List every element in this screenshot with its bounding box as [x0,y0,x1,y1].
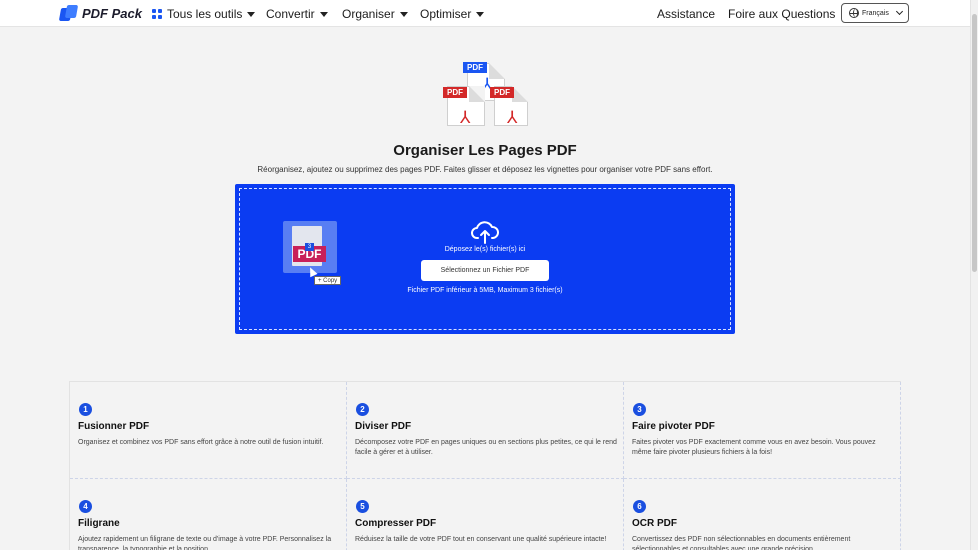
step-number-badge: 2 [356,403,369,416]
feature-card-merge[interactable]: 1 Fusionner PDF Organisez et combinez vo… [70,382,347,479]
pdf-tag: PDF [443,87,467,98]
file-limit-note: Fichier PDF inférieur à 5MB, Maximum 3 f… [407,287,563,294]
caret-down-icon [319,11,328,17]
pdfpack-logo[interactable]: PDF Pack [58,4,142,22]
caret-down-icon [399,11,408,17]
step-number-badge: 1 [79,403,92,416]
nav-all-tools[interactable]: Tous les outils [152,0,256,27]
feature-title: Compresser PDF [355,518,437,529]
pdf-doc-icon: PDF ⅄ [443,86,485,127]
feature-card-rotate[interactable]: 3 Faire pivoter PDF Faites pivoter vos P… [624,382,901,479]
caret-down-icon [476,11,485,17]
step-number-badge: 6 [633,500,646,513]
scrollbar-thumb[interactable] [972,14,977,272]
feature-description: Organisez et combinez vos PDF sans effor… [78,439,324,446]
feature-description: Réduisez la taille de votre PDF tout en … [355,536,607,543]
acrobat-icon: ⅄ [507,108,518,127]
step-number-badge: 3 [633,403,646,416]
nav-optimize-label: Optimiser [420,6,472,21]
language-label: Français [862,9,889,17]
nav-support-label: Assistance [657,6,716,21]
pdf-tag: PDF [490,87,514,98]
feature-title: Filigrane [78,518,120,529]
page-subtitle: Réorganisez, ajoutez ou supprimez des pa… [257,165,713,174]
nav-convert-label: Convertir [266,6,315,21]
feature-title: Faire pivoter PDF [632,421,715,432]
logo-icon [58,5,79,21]
nav-faq-link[interactable]: Foire aux Questions [728,0,835,27]
nav-optimize[interactable]: Optimiser [420,0,485,27]
feature-description: Décomposez votre PDF en pages uniques ou… [355,439,617,456]
feature-title: OCR PDF [632,518,677,529]
feature-title: Fusionner PDF [78,421,150,432]
feature-description: Ajoutez rapidement un filigrane de texte… [78,536,332,550]
nav-all-tools-label: Tous les outils [167,6,243,21]
top-navbar: PDF Pack Tous les outils Convertir Organ… [0,0,970,27]
copy-tooltip: + Copy [314,276,342,285]
drop-instruction: Déposez le(s) fichier(s) ici [444,246,526,253]
logo-text: PDF Pack [82,5,142,21]
select-pdf-button[interactable]: Sélectionnez un Fichier PDF [421,260,549,281]
nav-organize-label: Organiser [342,6,395,21]
feature-title: Diviser PDF [355,421,412,432]
page-title: Organiser Les Pages PDF [393,142,577,159]
nav-faq-label: Foire aux Questions [728,6,836,21]
step-number-badge: 5 [356,500,369,513]
step-number-badge: 4 [79,500,92,513]
nav-organize[interactable]: Organiser [342,0,408,27]
pdf-doc-icon: PDF ⅄ [490,86,528,127]
features-grid: 1 Fusionner PDF Organisez et combinez vo… [69,381,901,550]
feature-card-watermark[interactable]: 4 Filigrane Ajoutez rapidement un filigr… [70,479,347,550]
acrobat-icon: ⅄ [460,108,471,127]
language-selector[interactable]: Français [841,3,909,23]
grid-icon [152,8,162,19]
nav-support-link[interactable]: Assistance [657,0,715,27]
globe-icon [849,8,859,18]
chevron-down-icon [895,7,903,16]
pdf-tag: PDF [463,62,487,73]
feature-description: Convertissez des PDF non sélectionnables… [632,536,851,550]
thumbnail-count-badge: 3 [305,243,314,251]
caret-down-icon [247,11,256,17]
feature-card-split[interactable]: 2 Diviser PDF Décomposez votre PDF en pa… [347,382,624,479]
feature-card-compress[interactable]: 5 Compresser PDF Réduisez la taille de v… [347,479,624,550]
feature-card-ocr[interactable]: 6 OCR PDF Convertissez des PDF non sélec… [624,479,901,550]
page-scrollbar[interactable] [970,0,978,550]
feature-description: Faites pivoter vos PDF exactement comme … [632,439,876,456]
cloud-upload-icon [471,221,499,244]
nav-convert[interactable]: Convertir [266,0,328,27]
